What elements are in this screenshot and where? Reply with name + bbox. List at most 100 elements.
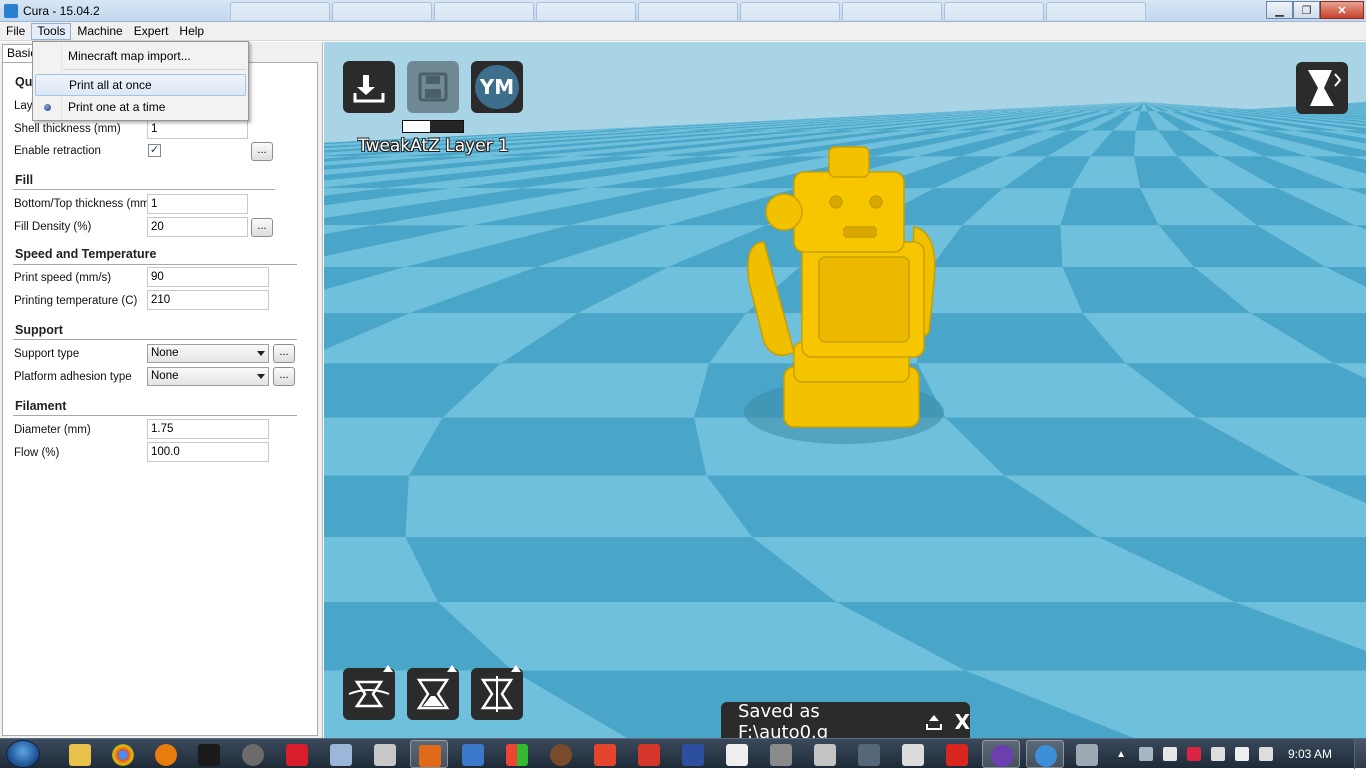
taskbar-repetier[interactable] [410,740,448,768]
volume-icon[interactable] [1258,747,1273,761]
basic-settings-body: Qu Laye Shell thickness (mm) 1 Enable re… [2,62,318,736]
taskbar-blender[interactable] [147,740,185,768]
blender-icon [155,744,177,766]
taskbar-app[interactable] [982,740,1020,768]
tray-icon[interactable] [1138,747,1153,761]
taskbar-app[interactable] [542,740,580,768]
print-speed-field[interactable]: 90 [147,267,269,287]
expand-arrow-icon [511,665,521,672]
dismiss-notification-button[interactable]: X [955,710,970,734]
menu-machine[interactable]: Machine [72,23,127,40]
mirror-button[interactable] [471,665,523,720]
bottom-top-thickness-field[interactable]: 1 [147,194,248,214]
taskbar-chrome[interactable] [104,740,142,768]
taskbar-app[interactable] [674,740,712,768]
printing-temperature-field[interactable]: 210 [147,290,269,310]
save-toolpath-button[interactable] [407,61,459,113]
maximize-button[interactable]: ❐ [1293,1,1320,19]
title-bar: Cura - 15.04.2 ▁ ❐ ✕ [0,0,1366,22]
menu-item-minecraft-import[interactable]: Minecraft map import... [35,45,246,67]
menu-help[interactable]: Help [174,23,209,40]
robot-ear [765,193,803,231]
dropdown-arrow-icon [257,374,265,379]
start-button[interactable] [6,740,40,768]
show-desktop-button[interactable] [1354,739,1366,769]
youmagine-icon: YM [475,65,519,109]
load-model-button[interactable] [343,61,395,113]
taskbar-app[interactable] [322,740,360,768]
background-tab[interactable] [944,2,1044,20]
system-tray: ▲ 9:03 AM [1116,739,1366,769]
section-divider [13,339,297,340]
tools-menu: Minecraft map import... Print all at onc… [32,41,249,121]
menu-tools[interactable]: Tools [31,22,72,40]
background-tabs [230,2,1146,20]
flow-field[interactable]: 100.0 [147,442,269,462]
app-icon [506,744,528,766]
tab-basic[interactable]: Basic [2,44,36,63]
retraction-settings-button[interactable]: ... [251,142,273,161]
taskbar-app[interactable] [938,740,976,768]
platform-adhesion-select[interactable]: None [147,367,269,386]
show-hidden-icons-icon[interactable]: ▲ [1116,749,1126,760]
support-type-label: Support type [14,348,80,360]
app-icon [814,744,836,766]
menu-file[interactable]: File [1,23,30,40]
menu-item-print-all-at-once[interactable]: Print all at once [35,74,246,96]
enable-retraction-label: Enable retraction [14,145,101,157]
background-tab[interactable] [638,2,738,20]
taskbar-app[interactable] [718,740,756,768]
action-center-icon[interactable] [1186,747,1201,761]
rotate-button[interactable] [343,665,395,720]
youmagine-button[interactable]: YM [471,61,523,113]
fill-settings-button[interactable]: ... [251,218,273,237]
taskbar-app[interactable] [586,740,624,768]
taskbar-cura[interactable] [1026,740,1064,768]
taskbar-app[interactable] [454,740,492,768]
enable-retraction-checkbox[interactable]: ✓ [148,144,161,157]
taskbar-app[interactable] [1068,740,1106,768]
taskbar-app[interactable] [762,740,800,768]
background-tab[interactable] [536,2,636,20]
section-divider [13,264,297,265]
background-tab[interactable] [1046,2,1146,20]
taskbar-app[interactable] [190,740,228,768]
scale-button[interactable] [407,665,459,720]
taskbar-app[interactable] [850,740,888,768]
support-settings-button[interactable]: ... [273,344,295,363]
menu-bar: File Tools Machine Expert Help [0,22,1366,41]
taskbar-explorer[interactable] [61,740,99,768]
cura-app-icon [4,3,18,18]
menu-expert[interactable]: Expert [129,23,174,40]
battery-icon[interactable] [1210,747,1225,761]
diameter-field[interactable]: 1.75 [147,419,269,439]
app-icon [419,745,441,767]
taskbar-clock[interactable]: 9:03 AM [1288,747,1332,761]
menu-item-print-one-at-a-time[interactable]: Print one at a time [35,96,246,118]
taskbar-app[interactable] [366,740,404,768]
fill-density-field[interactable]: 20 [147,217,248,237]
adhesion-settings-button[interactable]: ... [273,367,295,386]
taskbar-sketchbook[interactable] [278,740,316,768]
network-icon[interactable] [1234,747,1249,761]
view-mode-icon [1308,70,1342,106]
taskbar-app[interactable] [234,740,272,768]
saved-notification-text: Saved as F:\auto0.g [738,701,829,738]
support-type-select[interactable]: None [147,344,269,363]
background-tab[interactable] [740,2,840,20]
taskbar-app[interactable] [806,740,844,768]
section-speed-title: Speed and Temperature [15,247,157,261]
taskbar-app[interactable] [894,740,932,768]
background-tab[interactable] [230,2,330,20]
background-tab[interactable] [332,2,432,20]
background-tab[interactable] [434,2,534,20]
background-tab[interactable] [842,2,942,20]
taskbar-app[interactable] [630,740,668,768]
close-button[interactable]: ✕ [1320,1,1364,19]
3d-viewport[interactable]: YM TweakAtZ Layer 1 Saved as F:\auto0.g … [324,42,1366,738]
view-mode-button[interactable] [1296,62,1348,114]
minimize-button[interactable]: ▁ [1266,1,1293,19]
shell-thickness-field[interactable]: 1 [147,119,248,139]
taskbar-app[interactable] [498,740,536,768]
windows-flag-icon[interactable] [1162,747,1177,761]
